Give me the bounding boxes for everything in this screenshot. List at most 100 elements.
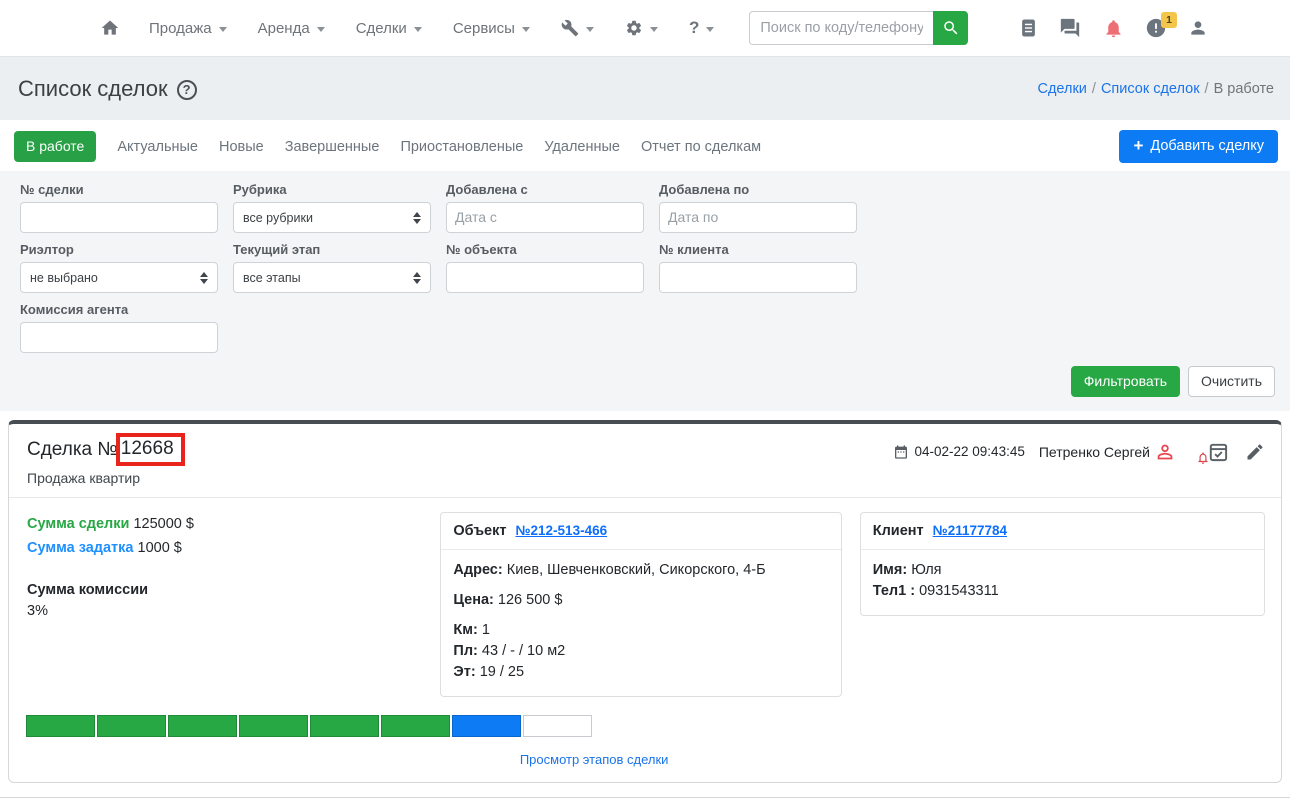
tab-zavershennye[interactable]: Завершенные	[285, 139, 380, 155]
client-number-input[interactable]	[659, 262, 857, 293]
menu-item-arenda[interactable]: Аренда	[258, 20, 325, 37]
deal-title: Сделка № 12668	[27, 433, 185, 466]
object-address-label: Адрес:	[453, 562, 503, 578]
client-box-title: Клиент	[872, 523, 924, 539]
top-search	[749, 11, 969, 45]
search-input[interactable]	[749, 11, 934, 45]
filter-apply-button[interactable]: Фильтровать	[1070, 366, 1181, 397]
menu-item-tools[interactable]	[561, 19, 594, 37]
breadcrumb-current: В работе	[1213, 80, 1274, 97]
tab-otchet-po-sdelkam[interactable]: Отчет по сделкам	[641, 139, 761, 155]
object-rooms-value: 1	[481, 622, 490, 638]
status-tabs-row: В работе Актуальные Новые Завершенные Пр…	[0, 120, 1290, 171]
client-phone-line: Тел1 : 0931543311	[873, 581, 1252, 602]
reminder-task-icon[interactable]	[1198, 440, 1229, 464]
filters-grid: № сделки Рубрика все рубрики Добавлена с…	[20, 173, 1275, 353]
deal-commission-value: 3%	[27, 603, 48, 619]
tab-novye[interactable]: Новые	[219, 139, 264, 155]
plus-icon: +	[1133, 136, 1144, 155]
breadcrumb-separator: /	[1091, 80, 1096, 97]
object-number-link[interactable]: №212-513-466	[515, 523, 607, 538]
tab-udalennye[interactable]: Удаленные	[544, 139, 620, 155]
menu-item-prodazha[interactable]: Продажа	[149, 20, 227, 37]
breadcrumb-link-sdelki[interactable]: Сделки	[1037, 81, 1086, 97]
messages-icon[interactable]	[1058, 17, 1082, 39]
notifications-bell-icon[interactable]	[1103, 18, 1124, 39]
tab-v-rabote-active[interactable]: В работе	[14, 131, 97, 162]
select-updown-icon	[413, 271, 421, 284]
object-area-label: Пл:	[453, 643, 478, 659]
help-circle-icon[interactable]: ?	[176, 79, 197, 100]
deal-category: Продажа квартир	[27, 470, 141, 486]
object-floor-line: Эт: 19 / 25	[453, 662, 828, 683]
client-box-body: Имя: Юля Тел1 : 0931543311	[861, 550, 1264, 615]
menu-item-settings[interactable]	[625, 19, 658, 37]
menu-item-sdelki[interactable]: Сделки	[356, 20, 422, 37]
agent-commission-input[interactable]	[20, 322, 218, 353]
calendar-icon	[893, 444, 909, 460]
filter-added-to: Добавлена по	[659, 173, 857, 233]
stages-link-row: Просмотр этапов сделки	[9, 751, 1179, 769]
deal-sums-column: Сумма сделки 125000 $ Сумма задатка 1000…	[27, 512, 422, 621]
filter-buttons-row: Фильтровать Очистить	[20, 366, 1275, 397]
home-icon[interactable]	[100, 18, 120, 38]
filter-label: № клиента	[659, 242, 729, 257]
object-rooms-label: Км:	[453, 622, 478, 638]
tab-priostanovlenye[interactable]: Приостановленые	[400, 139, 523, 155]
journal-icon[interactable]	[1020, 18, 1037, 38]
filter-clear-button[interactable]: Очистить	[1188, 366, 1275, 397]
deal-deposit-line: Сумма задатка 1000 $	[27, 536, 422, 560]
rubric-select[interactable]: все рубрики	[233, 202, 431, 233]
deal-deposit-label: Сумма задатка	[27, 540, 134, 556]
client-number-link[interactable]: №21177784	[933, 523, 1007, 538]
deal-number: 12668	[120, 438, 174, 459]
deal-amount-line: Сумма сделки 125000 $	[27, 512, 422, 536]
stage-segment-done	[26, 715, 95, 737]
caret-down-icon	[521, 26, 530, 32]
menu-item-label: Продажа	[149, 19, 212, 37]
realtor-select[interactable]: не выбрано	[20, 262, 218, 293]
filter-rubric: Рубрика все рубрики	[233, 173, 431, 233]
deal-amount-value: 125000 $	[133, 516, 194, 532]
add-deal-button[interactable]: + Добавить сделку	[1119, 130, 1278, 163]
filter-added-from: Добавлена с	[446, 173, 644, 233]
tab-aktualnye[interactable]: Актуальные	[117, 139, 198, 155]
edit-pencil-icon[interactable]	[1245, 442, 1265, 462]
top-navigation-bar: Продажа Аренда Сделки Сервисы ? Поиск по…	[0, 0, 1290, 57]
search-button[interactable]	[933, 11, 969, 45]
breadcrumb: Сделки / Список сделок / В работе	[1037, 81, 1274, 97]
breadcrumb-link-spisok-sdelok[interactable]: Список сделок	[1101, 81, 1200, 97]
view-deal-stages-link[interactable]: Просмотр этапов сделки	[520, 752, 669, 767]
stage-segment-done	[97, 715, 166, 737]
menu-item-help[interactable]: ?	[688, 18, 715, 38]
stage-select-value: все этапы	[243, 270, 301, 285]
deal-card-body: Сумма сделки 125000 $ Сумма задатка 1000…	[9, 498, 1281, 697]
stage-segment-done	[239, 715, 308, 737]
date-from-input[interactable]	[446, 202, 644, 233]
filter-label: Добавлена с	[446, 182, 528, 197]
object-rooms-line: Км: 1	[453, 620, 828, 641]
page-title: Список сделок ?	[18, 76, 197, 102]
object-box-body: Адрес: Киев, Шевченковский, Сикорского, …	[441, 550, 840, 696]
question-mark-icon: ?	[688, 18, 700, 37]
filters-section: № сделки Рубрика все рубрики Добавлена с…	[0, 171, 1290, 411]
caret-down-icon	[649, 26, 658, 32]
deal-responsible[interactable]: Петренко Сергей	[1039, 441, 1176, 463]
realtor-select-value: не выбрано	[30, 270, 98, 285]
caret-down-icon	[585, 26, 594, 32]
object-number-input[interactable]	[446, 262, 644, 293]
page-heading-strip: Список сделок ? Сделки / Список сделок / В р…	[0, 57, 1290, 120]
filter-label: Рубрика	[233, 182, 287, 197]
deal-number-input[interactable]	[20, 202, 218, 233]
user-profile-icon[interactable]	[1188, 18, 1208, 38]
menu-item-servisy[interactable]: Сервисы	[453, 20, 530, 37]
page-title-text: Список сделок	[18, 75, 168, 101]
deal-created-chunk: 04-02-22 09:43:45	[893, 444, 1025, 460]
object-address-line: Адрес: Киев, Шевченковский, Сикорского, …	[453, 560, 828, 581]
person-outline-icon	[1154, 441, 1176, 463]
add-deal-button-label: Добавить сделку	[1150, 138, 1264, 154]
date-to-input[interactable]	[659, 202, 857, 233]
alerts-exclamation-icon[interactable]: 1	[1145, 12, 1177, 39]
object-price-value: 126 500 $	[497, 592, 563, 608]
stage-select[interactable]: все этапы	[233, 262, 431, 293]
